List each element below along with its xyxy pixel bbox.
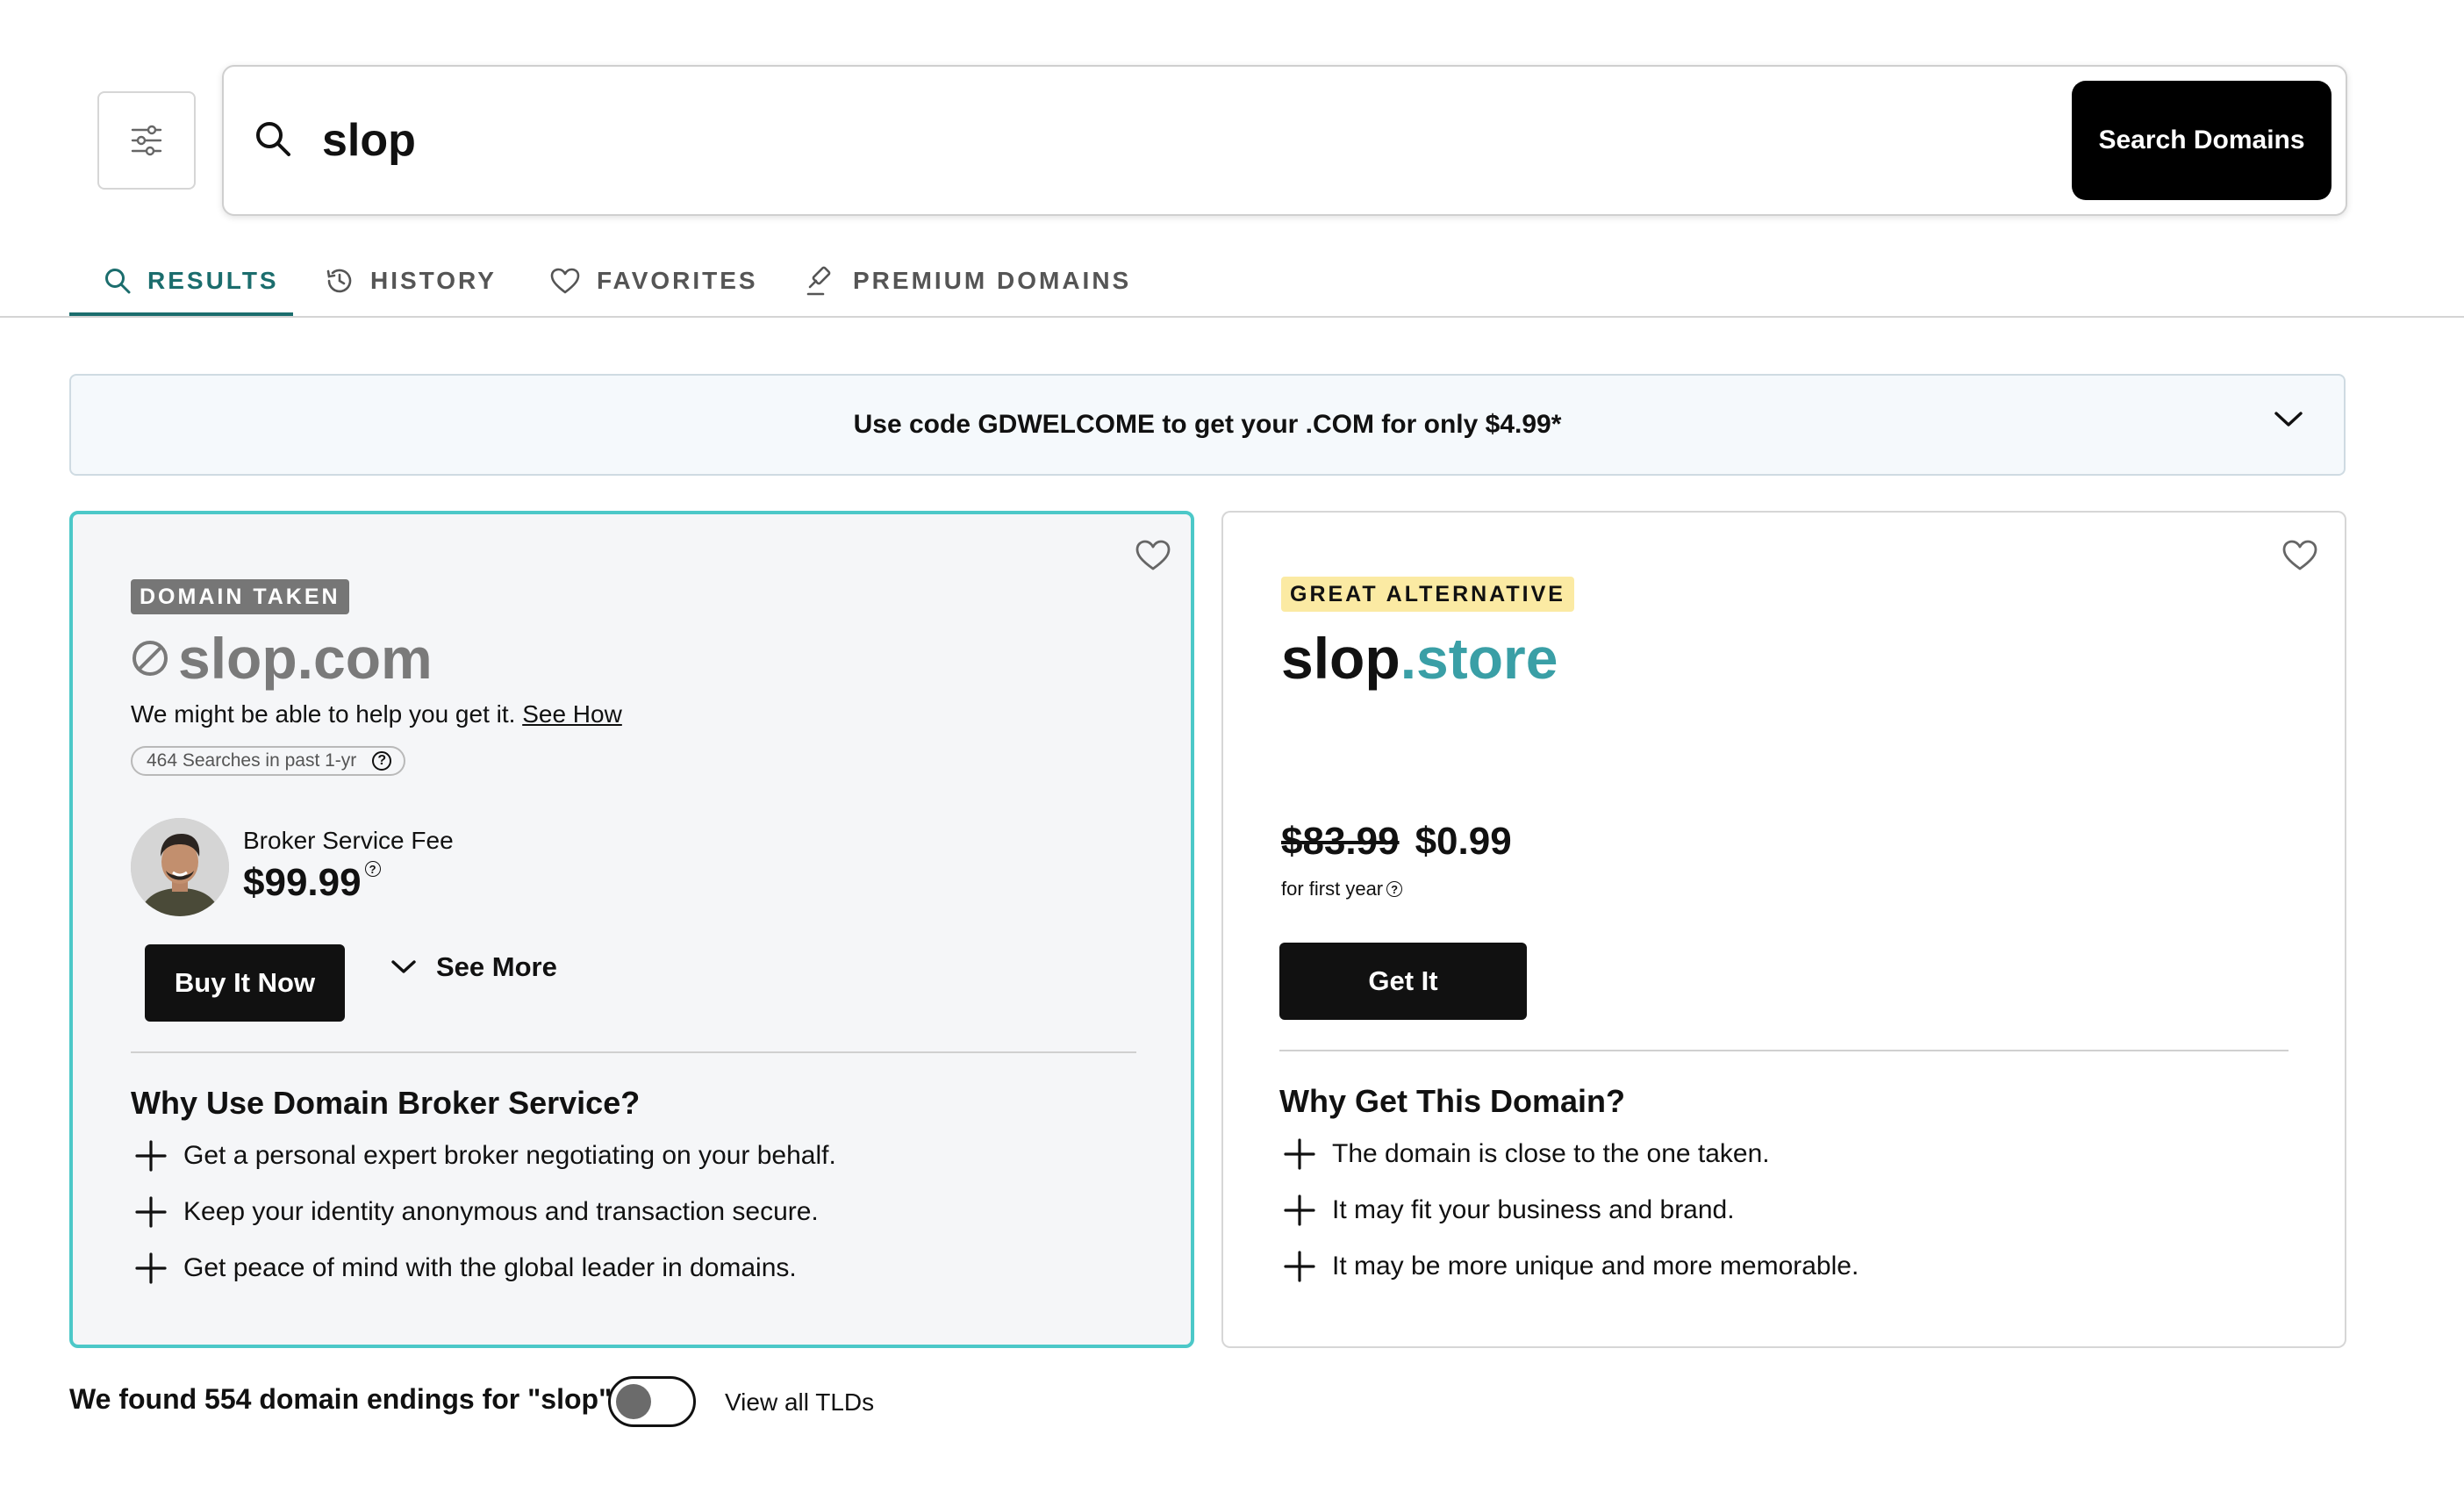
buy-it-now-button[interactable]: Buy It Now [145, 944, 345, 1022]
promo-text: Use code GDWELCOME to get your .COM for … [853, 410, 1562, 439]
list-item: The domain is close to the one taken. [1283, 1137, 1770, 1171]
info-icon[interactable]: ? [364, 861, 381, 877]
see-more-toggle[interactable]: See More [390, 951, 557, 983]
taken-domain-name: slop.com [178, 626, 433, 691]
card-divider [131, 1051, 1136, 1053]
tab-premium-domains[interactable]: PREMIUM DOMAINS [806, 246, 1131, 316]
list-item: It may be more unique and more memorable… [1283, 1250, 1859, 1283]
chevron-down-icon[interactable] [2274, 411, 2303, 428]
search-bar: Search Domains [222, 65, 2347, 216]
history-icon [326, 269, 352, 293]
tab-label: HISTORY [370, 267, 497, 294]
searches-count: 464 Searches in past 1-yr [147, 750, 357, 771]
great-alternative-badge: GREAT ALTERNATIVE [1281, 577, 1574, 612]
unavailable-icon [133, 641, 168, 676]
list-item: Get peace of mind with the global leader… [134, 1252, 797, 1285]
search-icon [256, 122, 290, 156]
plus-icon [135, 1252, 167, 1284]
plus-icon [135, 1196, 167, 1228]
price-row: $83.99 $0.99 [1281, 820, 1512, 864]
tab-label: RESULTS [147, 267, 279, 294]
favorite-heart-icon[interactable] [2281, 539, 2318, 572]
broker-section-title: Why Use Domain Broker Service? [131, 1085, 641, 1121]
card-divider [1279, 1050, 2289, 1051]
plus-icon [135, 1140, 167, 1172]
search-input[interactable] [322, 98, 2077, 183]
search-domains-button[interactable]: Search Domains [2072, 81, 2331, 200]
broker-fee-label: Broker Service Fee [243, 827, 454, 854]
search-icon [105, 269, 131, 294]
gavel-icon [806, 266, 831, 296]
original-price: $83.99 [1281, 820, 1400, 863]
domain-name: slop [1281, 626, 1400, 691]
get-it-button[interactable]: Get It [1279, 943, 1527, 1020]
plus-icon [1284, 1138, 1315, 1170]
alternative-section-title: Why Get This Domain? [1279, 1083, 1626, 1119]
info-icon[interactable]: ? [372, 751, 392, 771]
favorite-heart-icon[interactable] [1135, 539, 1171, 572]
view-all-tlds-toggle[interactable] [608, 1376, 696, 1427]
tab-history[interactable]: HISTORY [325, 246, 497, 316]
list-item: Keep your identity anonymous and transac… [134, 1195, 819, 1229]
tab-favorites[interactable]: FAVORITES [549, 246, 758, 316]
tabs-divider [0, 316, 2464, 318]
broker-fee-price: $99.99 ? [243, 861, 381, 905]
list-item: Get a personal expert broker negotiating… [134, 1139, 836, 1173]
alternative-domain[interactable]: slop.store [1281, 625, 1558, 692]
help-text: We might be able to help you get it. See… [131, 700, 622, 728]
searches-count-pill: 464 Searches in past 1-yr ? [131, 746, 406, 776]
tab-label: PREMIUM DOMAINS [853, 267, 1132, 294]
tab-results[interactable]: RESULTS [104, 246, 279, 316]
see-how-link[interactable]: See How [522, 700, 622, 728]
chevron-down-icon [391, 960, 416, 973]
domain-taken-badge: DOMAIN TAKEN [131, 579, 349, 614]
tab-label: FAVORITES [597, 267, 758, 294]
plus-icon [1284, 1194, 1315, 1226]
price-note: for first year ? [1281, 878, 1403, 900]
info-icon[interactable]: ? [1386, 881, 1403, 897]
sliders-icon [131, 125, 162, 156]
heart-icon [550, 268, 580, 294]
broker-avatar [131, 818, 229, 916]
filter-button[interactable] [97, 91, 196, 190]
view-all-tlds-label: View all TLDs [725, 1388, 875, 1416]
domain-taken-card: DOMAIN TAKEN slop.com We might be able t… [69, 511, 1194, 1348]
alternative-domain-card: GREAT ALTERNATIVE slop.store $83.99 $0.9… [1221, 511, 2346, 1348]
plus-icon [1284, 1251, 1315, 1282]
domain-tld: .store [1400, 626, 1558, 691]
domain-endings-count: We found 554 domain endings for "slop" [69, 1383, 612, 1415]
taken-domain: slop.com [131, 625, 433, 692]
toggle-knob [616, 1384, 651, 1419]
promo-banner[interactable]: Use code GDWELCOME to get your .COM for … [69, 374, 2346, 476]
sale-price: $0.99 [1415, 820, 1512, 863]
list-item: It may fit your business and brand. [1283, 1194, 1735, 1227]
